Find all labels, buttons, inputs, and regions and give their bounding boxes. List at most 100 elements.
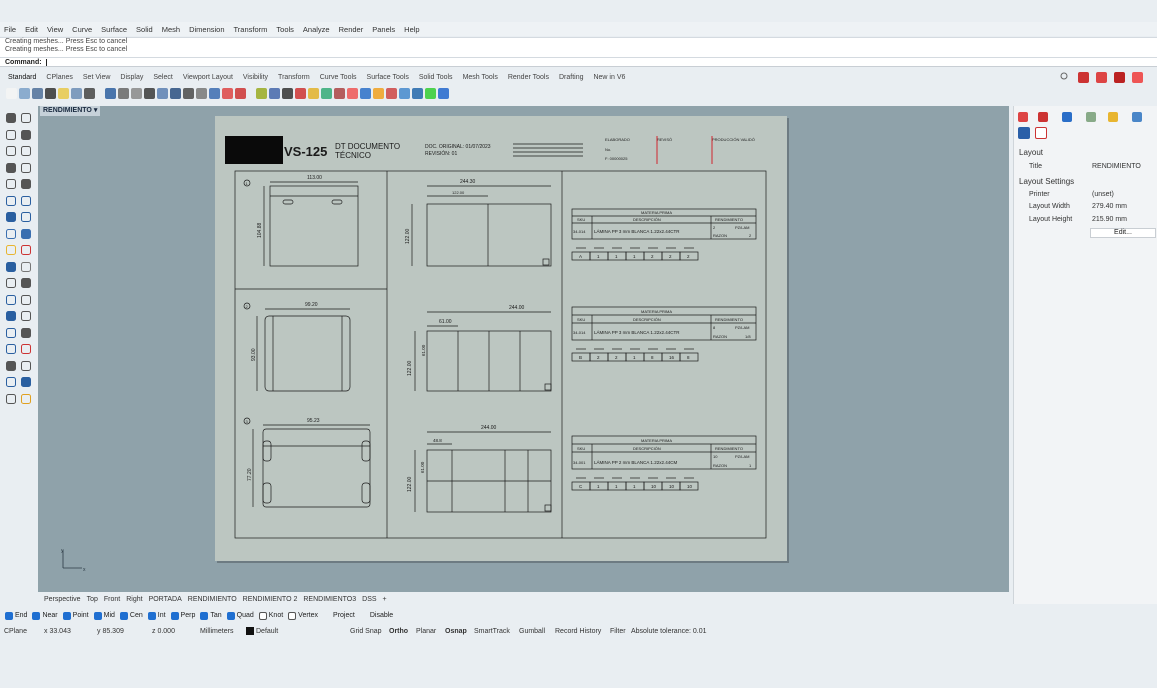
libraries-tab-icon[interactable] bbox=[1108, 112, 1118, 122]
left-tool-icon[interactable] bbox=[5, 244, 17, 256]
toolbar-tool-icon[interactable] bbox=[386, 87, 397, 99]
toolbar-tool-icon[interactable] bbox=[334, 87, 345, 99]
menu-item-tools[interactable]: Tools bbox=[276, 25, 294, 34]
menu-item-edit[interactable]: Edit bbox=[25, 25, 38, 34]
osnap-mid[interactable]: Mid bbox=[93, 611, 115, 620]
left-tool-icon[interactable] bbox=[20, 178, 32, 190]
toolbar-tab[interactable]: Render Tools bbox=[508, 74, 549, 81]
toolbar-tab[interactable]: Visibility bbox=[243, 74, 268, 81]
left-tool-icon[interactable] bbox=[20, 145, 32, 157]
left-tool-icon[interactable] bbox=[5, 376, 17, 388]
status-ortho[interactable]: Ortho bbox=[389, 628, 408, 635]
viewport-tab[interactable]: Right bbox=[126, 596, 142, 603]
viewport-tab[interactable]: PORTADA bbox=[149, 596, 182, 603]
osnap-near[interactable]: Near bbox=[32, 611, 58, 620]
left-tool-icon[interactable] bbox=[20, 376, 32, 388]
layout-icon[interactable] bbox=[1035, 127, 1047, 139]
left-tool-icon[interactable] bbox=[5, 360, 17, 372]
left-tool-icon[interactable] bbox=[20, 327, 32, 339]
left-tool-icon[interactable] bbox=[20, 129, 32, 141]
left-tool-icon[interactable] bbox=[20, 360, 32, 372]
properties-tab-icon[interactable] bbox=[1018, 112, 1028, 122]
status-record-history[interactable]: Record History bbox=[555, 628, 601, 635]
osnap-vertex[interactable]: Vertex bbox=[288, 611, 318, 620]
viewport-tab[interactable]: RENDIMIENTO bbox=[188, 596, 237, 603]
osnap-knot[interactable]: Knot bbox=[258, 611, 283, 620]
menu-item-surface[interactable]: Surface bbox=[101, 25, 127, 34]
osnap-cen[interactable]: Cen bbox=[119, 611, 143, 620]
status-osnap[interactable]: Osnap bbox=[445, 628, 467, 635]
camera-icon[interactable] bbox=[1018, 127, 1030, 139]
viewport-tab[interactable]: RENDIMIENTO 2 bbox=[243, 596, 298, 603]
toolbar-tool-icon[interactable] bbox=[321, 87, 332, 99]
osnap-perp[interactable]: Perp bbox=[170, 611, 195, 620]
menu-item-mesh[interactable]: Mesh bbox=[162, 25, 180, 34]
checkbox-icon[interactable] bbox=[258, 611, 267, 620]
left-tool-icon[interactable] bbox=[5, 294, 17, 306]
toolbar-tool-icon[interactable] bbox=[19, 87, 30, 99]
toolbar-tool-icon[interactable] bbox=[256, 87, 267, 99]
osnap-int[interactable]: Int bbox=[147, 611, 166, 620]
options-icon[interactable] bbox=[1060, 72, 1068, 82]
render-preview-icon[interactable] bbox=[1096, 72, 1107, 83]
toolbar-tool-icon[interactable] bbox=[360, 87, 371, 99]
toolbar-tool-icon[interactable] bbox=[144, 87, 155, 99]
menu-item-curve[interactable]: Curve bbox=[72, 25, 92, 34]
status-smarttrack[interactable]: SmartTrack bbox=[474, 628, 510, 635]
render-window-icon[interactable] bbox=[1114, 72, 1125, 83]
menu-item-render[interactable]: Render bbox=[339, 25, 364, 34]
checkbox-icon[interactable] bbox=[226, 611, 235, 620]
viewport-tab[interactable]: + bbox=[383, 596, 387, 603]
toolbar-tool-icon[interactable] bbox=[425, 87, 436, 99]
menu-item-file[interactable]: File bbox=[4, 25, 16, 34]
toolbar-tool-icon[interactable] bbox=[183, 87, 194, 99]
viewport-tab[interactable]: DSS bbox=[362, 596, 376, 603]
toolbar-tool-icon[interactable] bbox=[412, 87, 423, 99]
toolbar-tab[interactable]: Transform bbox=[278, 74, 310, 81]
left-tool-icon[interactable] bbox=[5, 310, 17, 322]
left-tool-icon[interactable] bbox=[5, 178, 17, 190]
left-tool-icon[interactable] bbox=[5, 228, 17, 240]
menu-item-panels[interactable]: Panels bbox=[372, 25, 395, 34]
menu-item-view[interactable]: View bbox=[47, 25, 63, 34]
osnap-tan[interactable]: Tan bbox=[200, 611, 222, 620]
checkbox-icon[interactable] bbox=[62, 611, 71, 620]
toolbar-tool-icon[interactable] bbox=[269, 87, 280, 99]
osnap-quad[interactable]: Quad bbox=[226, 611, 254, 620]
display-tab-icon[interactable] bbox=[1062, 112, 1072, 122]
left-tool-icon[interactable] bbox=[5, 211, 17, 223]
viewport-tab[interactable]: Top bbox=[87, 596, 98, 603]
render-icon[interactable] bbox=[1078, 72, 1089, 83]
left-tool-icon[interactable] bbox=[5, 129, 17, 141]
title-value[interactable]: RENDIMIENTO bbox=[1092, 163, 1141, 170]
left-tool-icon[interactable] bbox=[5, 261, 17, 273]
toolbar-tab[interactable]: Display bbox=[120, 74, 143, 81]
checkbox-icon[interactable] bbox=[32, 611, 41, 620]
left-tool-icon[interactable] bbox=[20, 261, 32, 273]
toolbar-tool-icon[interactable] bbox=[118, 87, 129, 99]
toolbar-tool-icon[interactable] bbox=[6, 87, 17, 99]
toolbar-tool-icon[interactable] bbox=[45, 87, 56, 99]
toolbar-tab[interactable]: Curve Tools bbox=[320, 74, 357, 81]
toolbar-tool-icon[interactable] bbox=[347, 87, 358, 99]
command-input[interactable] bbox=[45, 58, 47, 66]
left-tool-icon[interactable] bbox=[20, 244, 32, 256]
status-gumball[interactable]: Gumball bbox=[519, 628, 545, 635]
left-tool-icon[interactable] bbox=[20, 393, 32, 405]
command-line[interactable]: Command: bbox=[0, 57, 1157, 67]
toolbar-tab[interactable]: Set View bbox=[83, 74, 111, 81]
osnap-disable[interactable]: Disable bbox=[370, 612, 393, 619]
materials-tab-icon[interactable] bbox=[1086, 112, 1096, 122]
toolbar-tool-icon[interactable] bbox=[58, 87, 69, 99]
toolbar-tab[interactable]: Standard bbox=[8, 74, 36, 81]
checkbox-icon[interactable] bbox=[170, 611, 179, 620]
viewport-tab[interactable]: Front bbox=[104, 596, 120, 603]
toolbar-tool-icon[interactable] bbox=[438, 87, 449, 99]
left-tool-icon[interactable] bbox=[5, 343, 17, 355]
toolbar-tool-icon[interactable] bbox=[84, 87, 95, 99]
render-settings-icon[interactable] bbox=[1132, 72, 1143, 83]
layer-label[interactable]: Default bbox=[256, 628, 278, 635]
left-tool-icon[interactable] bbox=[20, 343, 32, 355]
menu-item-help[interactable]: Help bbox=[404, 25, 419, 34]
toolbar-tool-icon[interactable] bbox=[399, 87, 410, 99]
